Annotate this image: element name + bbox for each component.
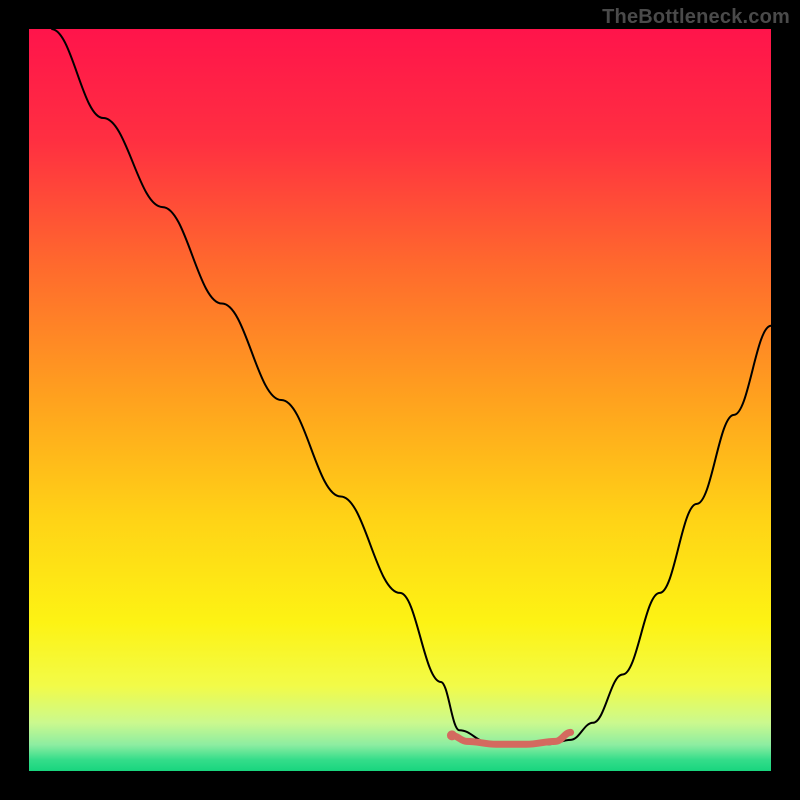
attribution-text: TheBottleneck.com — [602, 6, 790, 29]
plot-frame — [29, 29, 771, 771]
plot-svg — [29, 29, 771, 771]
gradient-background — [29, 29, 771, 771]
optimal-marker-dot — [447, 730, 457, 740]
chart-container: TheBottleneck.com — [0, 0, 800, 800]
